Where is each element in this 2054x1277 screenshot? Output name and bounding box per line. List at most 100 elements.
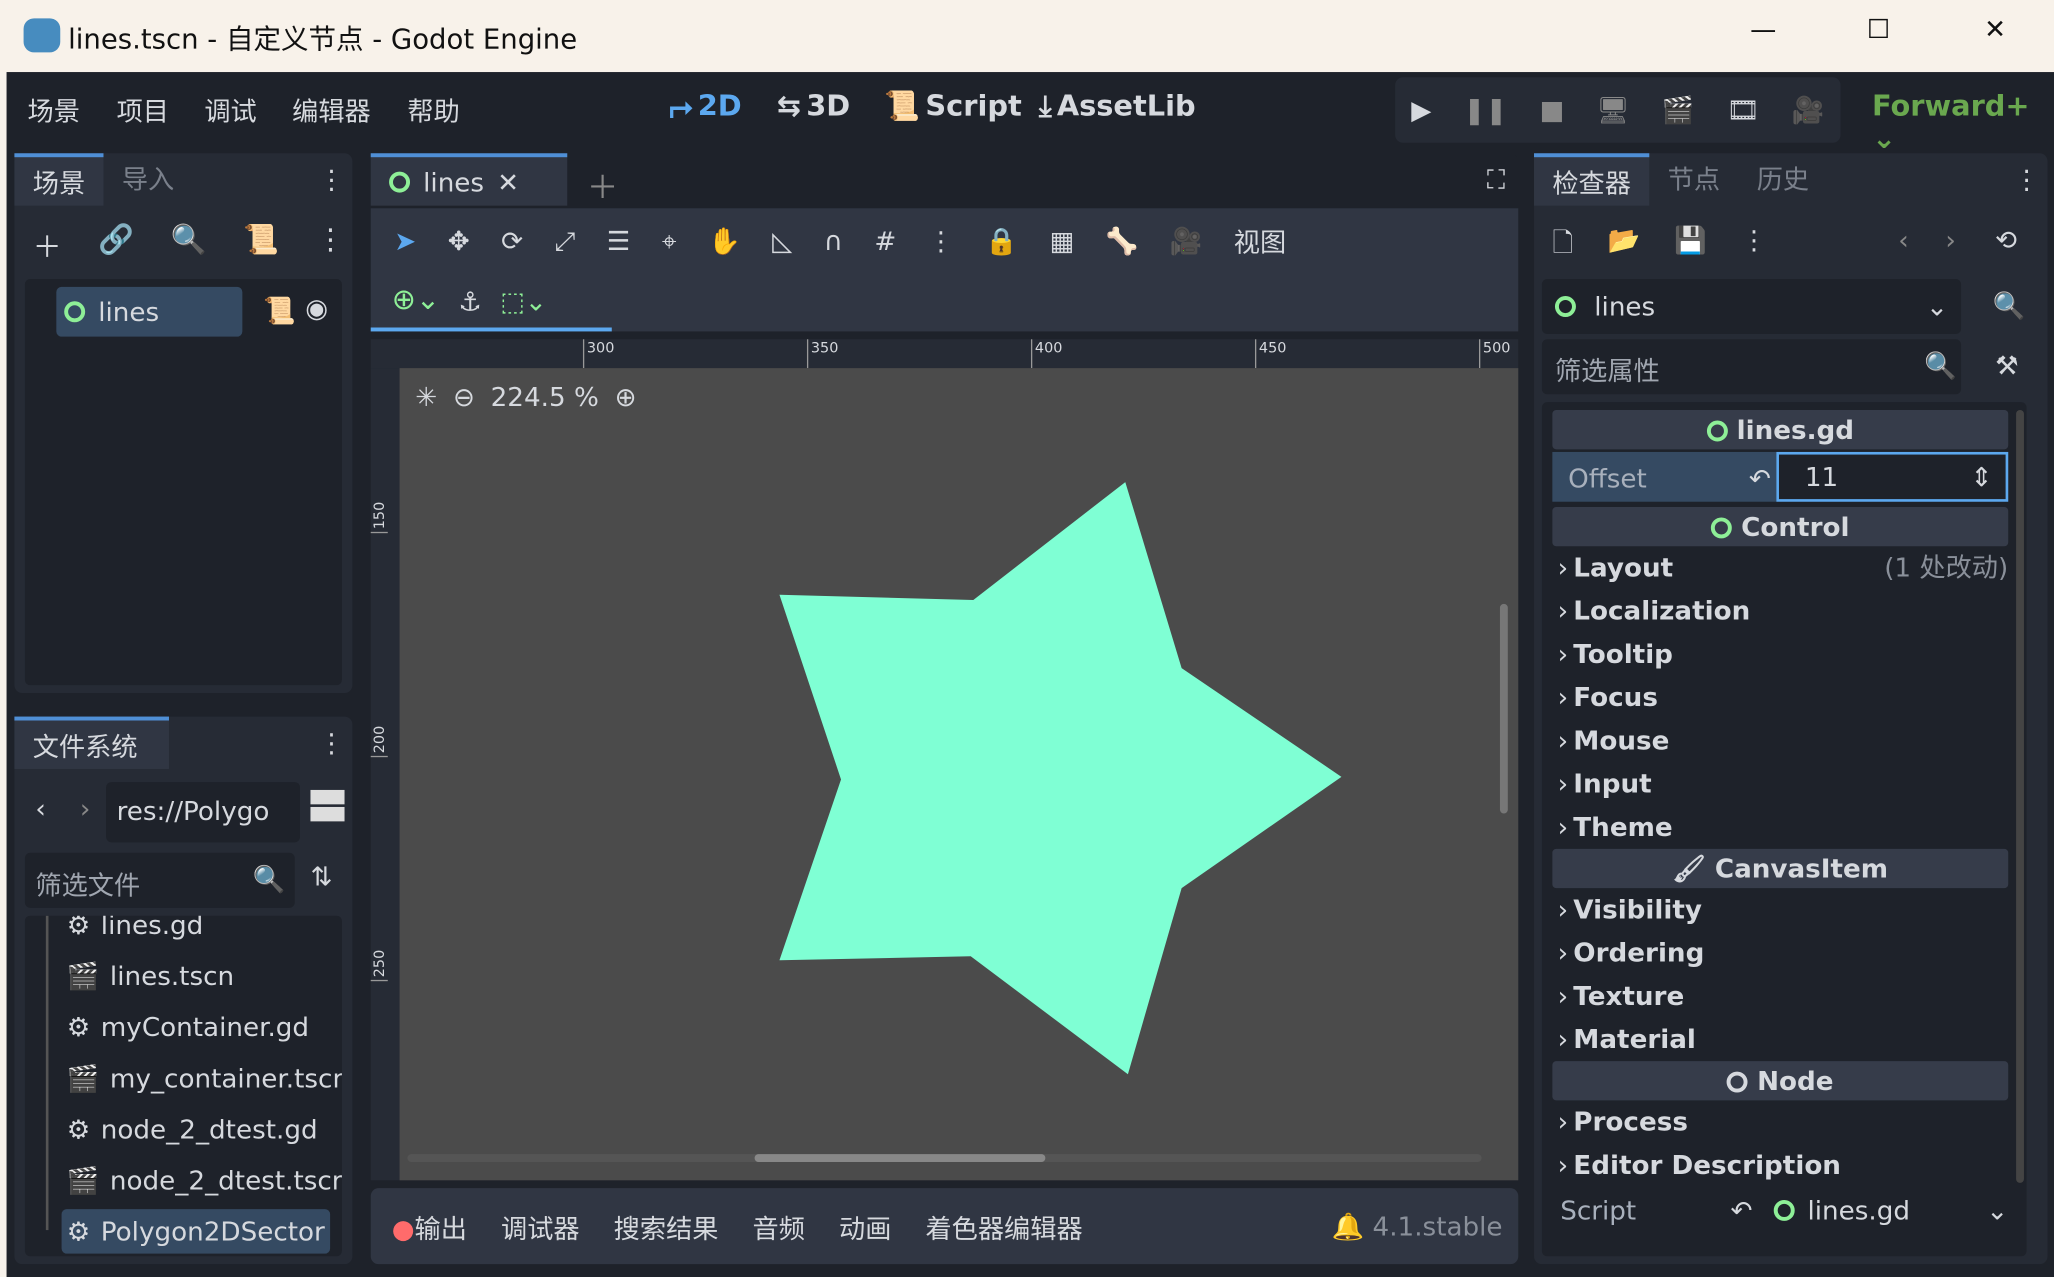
zoom-in-icon[interactable]: ⊕ — [615, 381, 637, 412]
property-group-process[interactable]: › Process — [1552, 1100, 2008, 1143]
bone-icon[interactable]: 🦴 — [1106, 225, 1139, 256]
file-item[interactable]: ⚙ lines.gd — [62, 916, 209, 947]
tab-node[interactable]: 节点 — [1649, 153, 1738, 205]
new-resource-icon[interactable]: 🗋 — [1552, 224, 1573, 269]
distraction-free-icon[interactable]: ⛶ — [1487, 164, 1505, 195]
tab-scene[interactable]: 场景 — [14, 153, 104, 206]
move-mode-icon[interactable]: ✥ — [448, 225, 470, 256]
section-node[interactable]: Node — [1552, 1061, 2009, 1101]
property-group-material[interactable]: › Material — [1552, 1018, 2008, 1061]
history-back-icon[interactable]: ‹ — [1898, 224, 1908, 255]
zoom-level[interactable]: 224.5 % — [491, 381, 599, 412]
grid-snap-icon[interactable]: # — [874, 225, 896, 256]
file-item[interactable]: 🎬 lines.tscn — [62, 954, 240, 999]
scale-mode-icon[interactable]: ⤢ — [555, 225, 576, 256]
script-value[interactable]: lines.gd — [1807, 1195, 1910, 1226]
detach-script-icon[interactable]: 📜 — [243, 224, 279, 266]
container-sizing-icon[interactable]: ⬚⌄ — [500, 285, 547, 316]
forward-icon[interactable]: › — [80, 793, 90, 824]
pan-icon[interactable]: ✋ — [708, 225, 741, 256]
stop-icon[interactable]: ■ — [1539, 94, 1564, 125]
rotate-mode-icon[interactable]: ⟳ — [501, 225, 523, 256]
file-item[interactable]: 🎬 my_container.tscn — [62, 1056, 342, 1101]
property-group-mouse[interactable]: › Mouse — [1552, 719, 2008, 762]
property-group-ordering[interactable]: › Ordering — [1552, 931, 2008, 974]
inspector-scrollbar[interactable] — [2016, 410, 2024, 1183]
filter-properties-input[interactable]: 筛选属性 — [1541, 339, 1962, 395]
revert-icon[interactable]: ↶ — [1731, 1195, 1753, 1226]
file-item[interactable]: ⚙ Polygon2DSector — [61, 1209, 331, 1254]
sort-icon[interactable]: ⇅ — [310, 861, 332, 892]
add-anchor-icon[interactable]: ⊕⌄ — [392, 284, 440, 317]
tools-icon[interactable]: ⚒ — [1995, 350, 2018, 381]
chevron-down-icon[interactable]: ⌄ — [1986, 1195, 2008, 1226]
property-group-localization[interactable]: › Localization — [1552, 590, 2008, 633]
history-forward-icon[interactable]: › — [1945, 224, 1955, 255]
path-field[interactable]: res://Polygo — [106, 782, 300, 843]
tab-import[interactable]: 导入 — [103, 153, 192, 205]
movie-maker-icon[interactable]: 🎥 — [1792, 94, 1825, 125]
open-folder-icon[interactable]: 📂 — [1607, 224, 1640, 269]
visibility-eye-icon[interactable]: ◉ — [305, 292, 328, 323]
split-view-icon[interactable] — [310, 789, 345, 822]
recent-history-icon[interactable]: ⟲ — [1995, 224, 2017, 255]
script-icon[interactable]: 📜 — [263, 295, 296, 326]
close-window-button[interactable]: ✕ — [1969, 13, 2021, 44]
close-tab-icon[interactable]: ✕ — [497, 155, 519, 207]
play-icon[interactable]: ▶ — [1411, 94, 1431, 125]
section-control[interactable]: Control — [1552, 506, 2009, 547]
more-icon[interactable]: ⋮ — [1741, 224, 1767, 269]
property-group-layout[interactable]: › Layout (1 处改动) — [1552, 546, 2009, 589]
section-script[interactable]: lines.gd — [1552, 410, 2009, 450]
play-scene-icon[interactable]: 🎬 — [1662, 94, 1695, 125]
file-item[interactable]: ⚙ myContainer.gd — [62, 1005, 315, 1050]
menu-debug[interactable]: 调试 — [204, 90, 256, 128]
bottom-tab-audio[interactable]: 音频 — [753, 1207, 805, 1245]
link-icon[interactable]: 🔗 — [98, 224, 134, 266]
pivot-icon[interactable]: ⌖ — [662, 225, 677, 256]
more-icon[interactable]: ⋮ — [928, 225, 954, 256]
lock-icon[interactable]: 🔒 — [985, 225, 1018, 256]
zoom-out-icon[interactable]: ⊖ — [453, 381, 475, 412]
property-group-texture[interactable]: › Texture — [1552, 975, 2008, 1018]
object-selector[interactable]: lines ⌄ — [1541, 279, 1962, 335]
property-group-theme[interactable]: › Theme — [1552, 806, 2008, 849]
file-item[interactable]: ⚙ node_2_dtest.gd — [62, 1107, 323, 1152]
open-docs-icon[interactable]: 🔍 — [1993, 290, 2026, 321]
camera-icon[interactable]: 🎥 — [1170, 225, 1203, 256]
pause-icon[interactable]: ❚❚ — [1463, 94, 1507, 125]
tab-inspector[interactable]: 检查器 — [1534, 153, 1650, 206]
dock-menu-icon[interactable]: ⋮ — [2013, 164, 2039, 195]
main-assetlib-button[interactable]: ⤓ AssetLib — [1039, 90, 1196, 123]
center-view-icon[interactable]: ✳ — [415, 381, 437, 412]
bottom-tab-search[interactable]: 搜索结果 — [614, 1207, 719, 1245]
dock-menu-icon[interactable]: ⋮ — [318, 727, 344, 758]
vertical-scrollbar[interactable] — [1499, 603, 1508, 814]
list-select-icon[interactable]: ☰ — [607, 225, 630, 256]
section-canvasitem[interactable]: 🖌 CanvasItem — [1552, 848, 2009, 889]
bell-icon[interactable]: 🔔 — [1332, 1210, 1365, 1241]
bottom-tab-debugger[interactable]: 调试器 — [501, 1207, 580, 1245]
tree-item-lines[interactable]: lines — [56, 286, 243, 337]
maximize-button[interactable]: ☐ — [1852, 13, 1904, 44]
revert-icon[interactable]: ↶ — [1744, 452, 1776, 502]
more-icon[interactable]: ⋮ — [316, 224, 345, 266]
tab-filesystem[interactable]: 文件系统 — [14, 716, 169, 769]
ruler-icon[interactable]: ◺ — [772, 225, 792, 256]
property-group-tooltip[interactable]: › Tooltip — [1552, 633, 2008, 676]
horizontal-scrollbar[interactable] — [407, 1154, 1482, 1162]
spinner-arrows-icon[interactable]: ⇕ — [1971, 461, 1993, 492]
group-icon[interactable]: ▦ — [1049, 225, 1074, 256]
property-group-input[interactable]: › Input — [1552, 762, 2008, 805]
smart-snap-icon[interactable]: ∩ — [824, 225, 843, 256]
back-icon[interactable]: ‹ — [35, 793, 45, 824]
dock-menu-icon[interactable]: ⋮ — [318, 164, 344, 195]
new-tab-icon[interactable]: ＋ — [587, 161, 618, 207]
property-group-focus[interactable]: › Focus — [1552, 676, 2008, 719]
bottom-tab-shader[interactable]: 着色器编辑器 — [925, 1207, 1082, 1245]
main-3d-button[interactable]: ⇆ 3D — [777, 90, 850, 123]
file-item[interactable]: 🎬 node_2_dtest.tscn — [62, 1158, 342, 1203]
play-custom-scene-icon[interactable]: 🎞 — [1726, 94, 1759, 125]
search-icon[interactable]: 🔍 — [171, 224, 207, 266]
minimize-button[interactable]: — — [1737, 13, 1789, 44]
